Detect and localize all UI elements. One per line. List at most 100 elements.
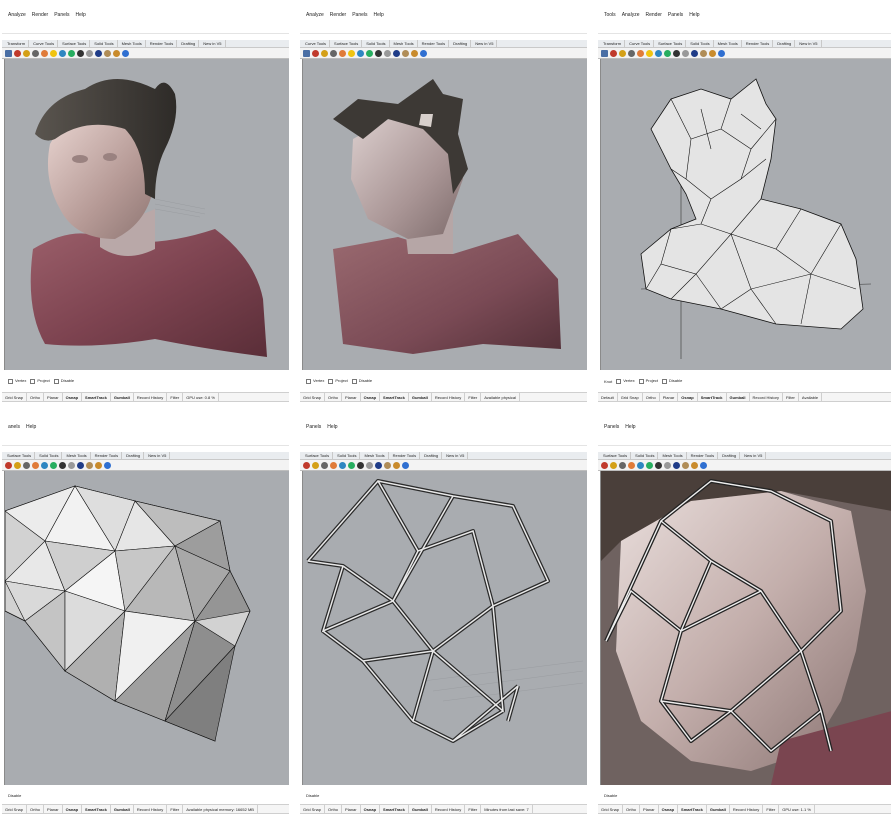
pen-icon[interactable] (321, 49, 328, 57)
ball-dark-icon[interactable] (77, 49, 84, 57)
filter-toggle[interactable]: Filter (167, 392, 184, 402)
tab-render-tools[interactable]: Render Tools (92, 451, 123, 460)
ortho-toggle[interactable]: Ortho (27, 804, 45, 814)
osnap-toggle[interactable]: Osnap (63, 392, 83, 402)
gumball-toggle[interactable]: Gumball (409, 392, 432, 402)
ball-blue-icon[interactable] (375, 461, 382, 469)
grid-icon[interactable] (303, 49, 310, 57)
gear-icon[interactable] (113, 49, 120, 57)
record-history-toggle[interactable]: Record History (432, 392, 466, 402)
menu-help[interactable]: Help (689, 12, 699, 18)
brush-icon[interactable] (32, 461, 39, 469)
menu-panels[interactable]: Panels (54, 12, 69, 18)
grid-snap-toggle[interactable]: Grid Snap (598, 804, 624, 814)
pointer-icon[interactable] (619, 461, 626, 469)
menu-tools[interactable]: Tools (604, 12, 616, 18)
ball-green-icon[interactable] (366, 49, 373, 57)
menu-panels[interactable]: Panels (306, 424, 321, 430)
tab-curve-tools[interactable]: Curve Tools (626, 39, 655, 48)
globe-icon[interactable] (339, 461, 346, 469)
tab-drafting[interactable]: Drafting (421, 451, 443, 460)
planar-toggle[interactable]: Planar (44, 804, 63, 814)
osnap-disable[interactable]: Disable (662, 378, 682, 384)
ortho-toggle[interactable]: Ortho (325, 392, 343, 402)
ball-green-icon[interactable] (348, 461, 355, 469)
ortho-toggle[interactable]: Ortho (325, 804, 343, 814)
sphere-red-icon[interactable] (312, 49, 319, 57)
ball-blue-icon[interactable] (691, 49, 698, 57)
gear-icon[interactable] (691, 461, 698, 469)
grid-snap-toggle[interactable]: Grid Snap (2, 392, 28, 402)
brush-icon[interactable] (41, 49, 48, 57)
tool-icon[interactable] (86, 461, 93, 469)
ball-grey-icon[interactable] (664, 461, 671, 469)
tool-icon[interactable] (682, 461, 689, 469)
pointer-icon[interactable] (628, 49, 635, 57)
tab-render-tools[interactable]: Render Tools (147, 39, 178, 48)
tab-curve-tools[interactable]: Curve Tools (302, 39, 331, 48)
ball-blue-icon[interactable] (393, 49, 400, 57)
osnap-disable[interactable]: Disable (53, 378, 74, 384)
gumball-toggle[interactable]: Gumball (707, 804, 730, 814)
ball-green-icon[interactable] (664, 49, 671, 57)
pen-icon[interactable] (610, 461, 617, 469)
osnap-toggle[interactable]: Osnap (659, 804, 679, 814)
ball-green-icon[interactable] (68, 49, 75, 57)
osnap-project[interactable]: Project (638, 378, 658, 384)
planar-toggle[interactable]: Planar (342, 804, 361, 814)
tab-drafting[interactable]: Drafting (774, 39, 796, 48)
smarttrack-toggle[interactable]: SmartTrack (380, 804, 409, 814)
osnap-toggle[interactable]: Osnap (361, 392, 381, 402)
ball-blue-icon[interactable] (77, 461, 84, 469)
ball-grey-icon[interactable] (86, 49, 93, 57)
gear-icon[interactable] (411, 49, 418, 57)
tab-mesh-tools[interactable]: Mesh Tools (119, 39, 146, 48)
tool-icon[interactable] (700, 49, 707, 57)
menu-help[interactable]: Help (327, 424, 337, 430)
tab-mesh-tools[interactable]: Mesh Tools (715, 39, 742, 48)
grid-snap-toggle[interactable]: Grid Snap (2, 804, 28, 814)
tab-curve-tools[interactable]: Curve Tools (30, 39, 59, 48)
tab-render-tools[interactable]: Render Tools (419, 39, 450, 48)
gumball-toggle[interactable]: Gumball (727, 392, 750, 402)
menu-analyze[interactable]: Analyze (306, 12, 324, 18)
osnap-project[interactable]: Project (328, 378, 348, 384)
tab-drafting[interactable]: Drafting (178, 39, 200, 48)
menu-help[interactable]: Help (374, 12, 384, 18)
tab-new-in-v5[interactable]: New in V5 (145, 451, 171, 460)
osnap-disable[interactable]: Disable (8, 793, 21, 798)
osnap-toggle[interactable]: Osnap (361, 804, 381, 814)
help-icon[interactable] (420, 49, 427, 57)
tab-surface-tools[interactable]: Surface Tools (59, 39, 91, 48)
tool-icon[interactable] (104, 49, 111, 57)
help-icon[interactable] (402, 461, 409, 469)
ball-green-icon[interactable] (50, 461, 57, 469)
tab-mesh-tools[interactable]: Mesh Tools (659, 451, 687, 460)
perspective-viewport[interactable] (600, 59, 891, 370)
brush-icon[interactable] (330, 461, 337, 469)
ball-grey-icon[interactable] (384, 49, 391, 57)
osnap-disable[interactable]: Disable (351, 378, 372, 384)
record-history-toggle[interactable]: Record History (432, 804, 466, 814)
sphere-red-icon[interactable] (5, 461, 12, 469)
perspective-viewport[interactable] (4, 471, 289, 785)
ball-dark-icon[interactable] (673, 49, 680, 57)
globe-icon[interactable] (59, 49, 66, 57)
osnap-toggle[interactable]: Osnap (63, 804, 83, 814)
tab-transform[interactable]: Transform (4, 39, 30, 48)
globe-icon[interactable] (655, 49, 662, 57)
menu-help[interactable]: Help (76, 12, 86, 18)
ortho-toggle[interactable]: Ortho (623, 804, 641, 814)
planar-toggle[interactable]: Planar (640, 804, 659, 814)
ortho-toggle[interactable]: Ortho (643, 392, 660, 402)
tool-icon[interactable] (384, 461, 391, 469)
globe-icon[interactable] (41, 461, 48, 469)
tab-solid-tools[interactable]: Solid Tools (363, 39, 390, 48)
tab-new-in-v5[interactable]: New in V5 (796, 39, 822, 48)
grid-icon[interactable] (5, 49, 12, 57)
smarttrack-toggle[interactable]: SmartTrack (82, 392, 111, 402)
gumball-toggle[interactable]: Gumball (111, 804, 134, 814)
osnap-disable[interactable]: Disable (306, 793, 319, 798)
sphere-red-icon[interactable] (14, 49, 21, 57)
globe-icon[interactable] (637, 461, 644, 469)
